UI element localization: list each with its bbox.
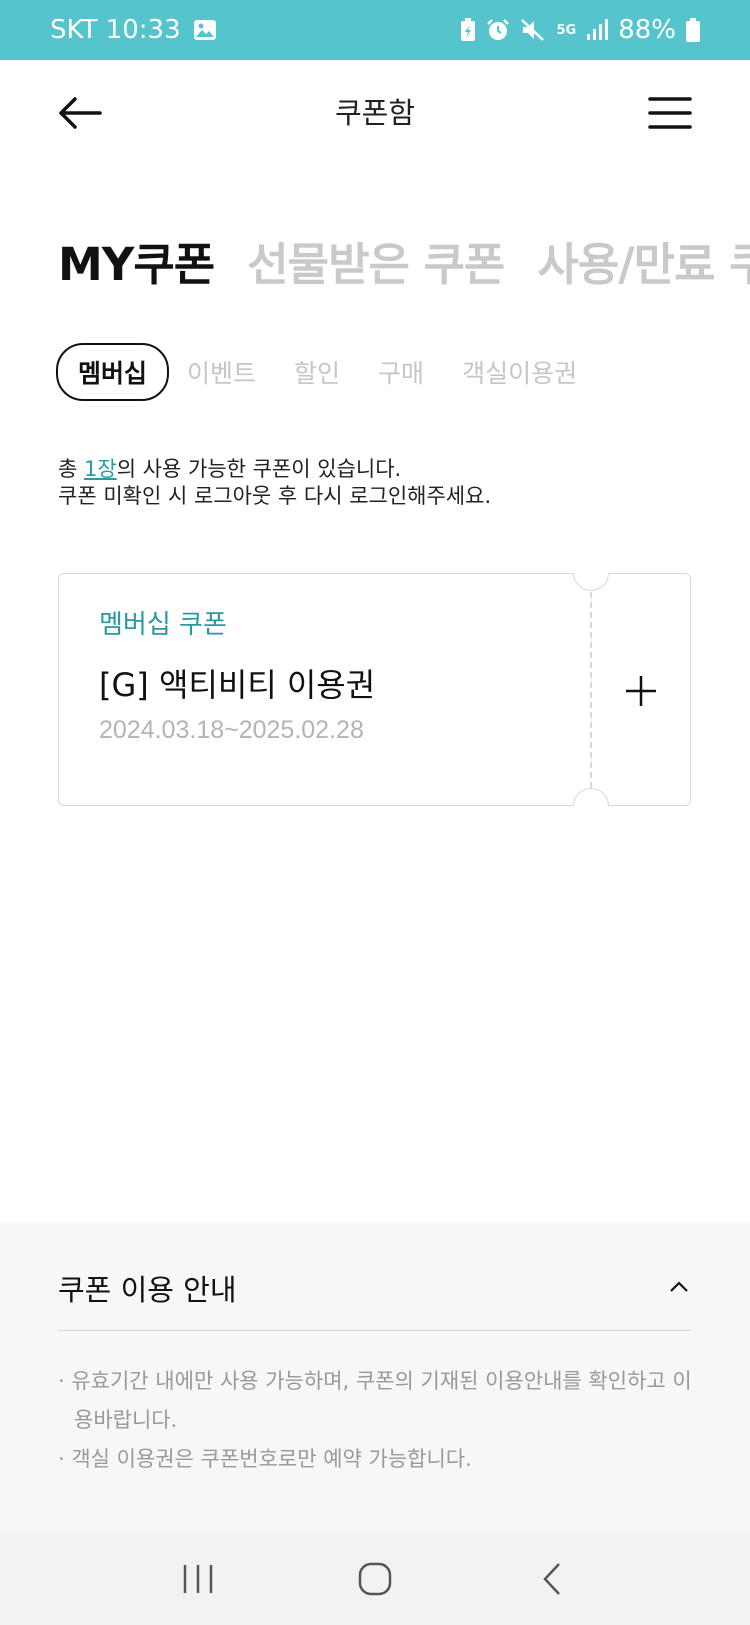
sub-tabs: 멤버십 이벤트 할인 구매 객실이용권 bbox=[56, 343, 615, 401]
guide-item: · 유효기간 내에만 사용 가능하며, 쿠폰의 기재된 이용안내를 확인하고 이… bbox=[58, 1369, 692, 1432]
recent-apps-icon bbox=[184, 1564, 213, 1593]
carrier-time: SKT 10:33 bbox=[50, 15, 181, 45]
mute-icon bbox=[520, 18, 546, 42]
subtab-event[interactable]: 이벤트 bbox=[187, 354, 256, 390]
back-icon bbox=[542, 1562, 560, 1595]
plus-icon bbox=[626, 675, 656, 706]
coupon-count-link[interactable]: 1장 bbox=[84, 457, 117, 481]
status-bar: SKT 10:33 5G 88% bbox=[0, 0, 750, 60]
info-prefix: 총 bbox=[58, 457, 84, 481]
coupon-name: [G] 액티비티 이용권 bbox=[99, 666, 376, 704]
home-icon bbox=[358, 1562, 392, 1595]
guide-divider bbox=[58, 1330, 691, 1331]
subtab-purchase[interactable]: 구매 bbox=[378, 354, 424, 390]
alarm-icon bbox=[486, 18, 510, 42]
status-left: SKT 10:33 bbox=[50, 15, 217, 45]
network-label: 5G bbox=[556, 22, 577, 38]
subtab-discount[interactable]: 할인 bbox=[294, 354, 340, 390]
hamburger-menu-icon bbox=[648, 97, 692, 129]
subtab-membership[interactable]: 멤버십 bbox=[56, 343, 170, 401]
system-nav-bar bbox=[0, 1532, 750, 1625]
recent-apps-button[interactable] bbox=[163, 1544, 233, 1614]
battery-icon bbox=[686, 18, 700, 42]
image-icon bbox=[193, 19, 217, 41]
tab-used-expired-coupon[interactable]: 사용/만료 쿠폰 bbox=[537, 228, 750, 298]
main-tabs: MY쿠폰 선물받은 쿠폰 사용/만료 쿠폰 bbox=[58, 228, 750, 298]
chevron-up-icon[interactable] bbox=[667, 1275, 691, 1299]
network-5g: 5G bbox=[556, 24, 576, 37]
guide-item: · 객실 이용권은 쿠폰번호로만 예약 가능합니다. bbox=[58, 1447, 472, 1471]
page-title: 쿠폰함 bbox=[334, 96, 416, 130]
guide-title: 쿠폰 이용 안내 bbox=[58, 1273, 237, 1307]
battery-percent: 88% bbox=[618, 15, 676, 45]
tab-gift-coupon[interactable]: 선물받은 쿠폰 bbox=[247, 228, 505, 298]
coupon-guide-section: 쿠폰 이용 안내 · 유효기간 내에만 사용 가능하며, 쿠폰의 기재된 이용안… bbox=[0, 1222, 750, 1532]
info-line-1: 총 1장의 사용 가능한 쿠폰이 있습니다. bbox=[58, 456, 491, 483]
status-right: 5G 88% bbox=[460, 15, 700, 45]
subtab-room-voucher[interactable]: 객실이용권 bbox=[462, 354, 577, 390]
signal-icon bbox=[586, 19, 609, 41]
guide-list: · 유효기간 내에만 사용 가능하며, 쿠폰의 기재된 이용안내를 확인하고 이… bbox=[58, 1362, 698, 1479]
coupon-period: 2024.03.18~2025.02.28 bbox=[99, 716, 364, 744]
coupon-card[interactable]: 멤버십 쿠폰 [G] 액티비티 이용권 2024.03.18~2025.02.2… bbox=[58, 573, 691, 806]
battery-saver-icon bbox=[460, 18, 476, 42]
info-suffix: 의 사용 가능한 쿠폰이 있습니다. bbox=[116, 457, 402, 481]
app-header: 쿠폰함 bbox=[0, 60, 750, 165]
info-line-2: 쿠폰 미확인 시 로그아웃 후 다시 로그인해주세요. bbox=[58, 484, 492, 508]
menu-button[interactable] bbox=[642, 88, 698, 138]
tab-my-coupon[interactable]: MY쿠폰 bbox=[58, 228, 215, 298]
coupon-count-info: 총 1장의 사용 가능한 쿠폰이 있습니다. 쿠폰 미확인 시 로그아웃 후 다… bbox=[58, 456, 491, 510]
coupon-add-button[interactable] bbox=[591, 574, 691, 807]
coupon-category: 멤버십 쿠폰 bbox=[99, 610, 227, 640]
system-back-button[interactable] bbox=[517, 1544, 587, 1614]
home-button[interactable] bbox=[340, 1544, 410, 1614]
guide-header[interactable]: 쿠폰 이용 안내 bbox=[58, 1267, 691, 1327]
